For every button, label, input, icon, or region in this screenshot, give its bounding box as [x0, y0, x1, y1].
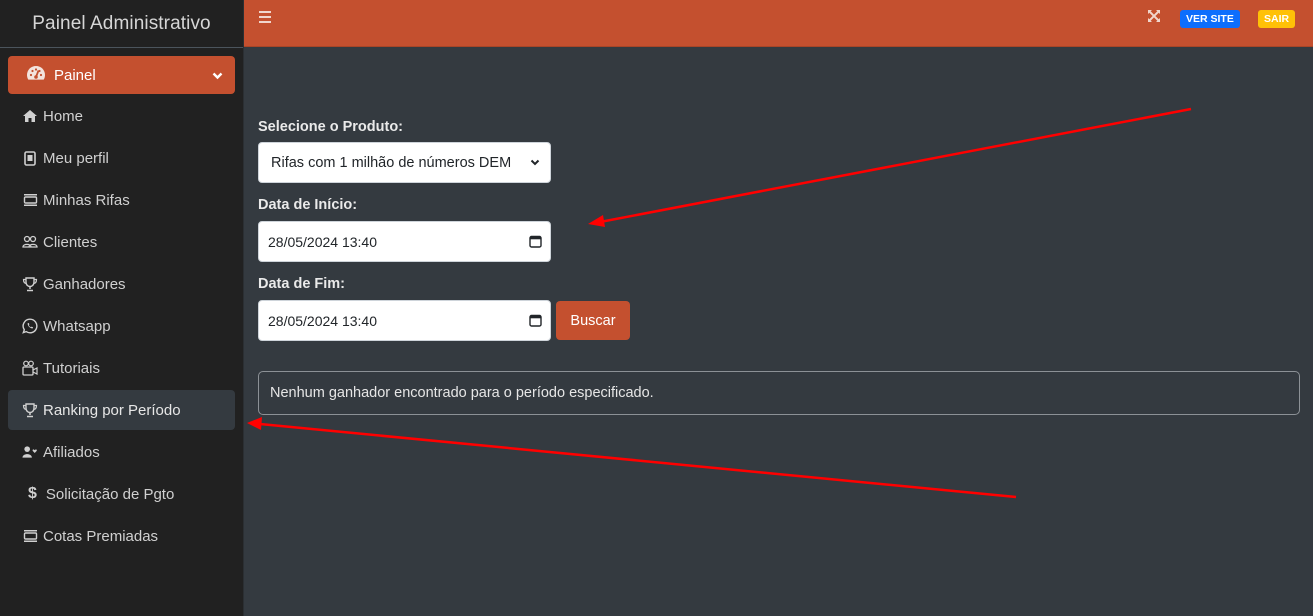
no-results-message: Nenhum ganhador encontrado para o períod…	[270, 385, 654, 401]
video-camera-icon	[22, 360, 38, 376]
start-date-value: 28/05/2024 13:40	[268, 233, 377, 250]
sidebar-item-label: Painel	[54, 66, 96, 84]
sidebar-item-label: Clientes	[43, 233, 98, 251]
sidebar: Painel Administrativo Painel Home Meu pe…	[0, 0, 244, 616]
sidebar-item-solicitacao-de-pgto[interactable]: $ Solicitação de Pgto	[8, 474, 235, 514]
sidebar-item-whatsapp[interactable]: Whatsapp	[8, 306, 235, 346]
ticket-list-icon	[22, 192, 38, 208]
calendar-icon[interactable]	[520, 235, 550, 248]
sidebar-item-label: Afiliados	[43, 443, 100, 461]
user-heart-icon	[22, 444, 38, 460]
end-date-value: 28/05/2024 13:40	[268, 312, 377, 329]
sidebar-item-cotas-premiadas[interactable]: Cotas Premiadas	[8, 516, 235, 556]
sidebar-item-tutoriais[interactable]: Tutoriais	[8, 348, 235, 388]
trophy-icon	[22, 402, 38, 418]
sidebar-item-clientes[interactable]: Clientes	[8, 222, 235, 262]
product-select-value: Rifas com 1 milhão de números DEM	[271, 154, 512, 171]
sidebar-item-label: Meu perfil	[43, 149, 109, 167]
top-navbar: VER SITE SAIR	[244, 0, 1313, 47]
sidebar-item-label: Home	[43, 107, 84, 125]
sidebar-item-ranking-por-periodo[interactable]: Ranking por Período	[8, 390, 235, 430]
no-results-alert: Nenhum ganhador encontrado para o períod…	[258, 371, 1300, 415]
dollar-icon: $	[28, 485, 37, 502]
sidebar-item-meu-perfil[interactable]: Meu perfil	[8, 138, 235, 178]
tachometer-icon	[26, 65, 46, 85]
ticket-list-icon	[22, 528, 38, 544]
home-icon	[22, 108, 38, 124]
end-date-label: Data de Fim:	[258, 276, 346, 292]
start-date-input[interactable]: 28/05/2024 13:40	[258, 221, 551, 262]
sidebar-item-label: Solicitação de Pgto	[45, 485, 175, 503]
sidebar-item-afiliados[interactable]: Afiliados	[8, 432, 235, 472]
ver-site-button[interactable]: VER SITE	[1180, 10, 1240, 28]
brand-title[interactable]: Painel Administrativo	[0, 0, 243, 48]
hamburger-icon[interactable]	[259, 11, 271, 23]
sair-button[interactable]: SAIR	[1258, 10, 1296, 28]
expand-icon[interactable]	[1147, 9, 1161, 23]
sidebar-item-painel[interactable]: Painel	[8, 56, 235, 94]
sidebar-item-label: Minhas Rifas	[43, 191, 130, 209]
buscar-button[interactable]: Buscar	[556, 301, 630, 340]
sidebar-item-ganhadores[interactable]: Ganhadores	[8, 264, 235, 304]
start-date-label: Data de Início:	[258, 197, 358, 213]
chevron-down-icon	[520, 159, 550, 166]
end-date-input[interactable]: 28/05/2024 13:40	[258, 300, 551, 341]
sidebar-nav: Painel Home Meu perfil Minhas Rifas Clie…	[0, 48, 243, 564]
users-icon	[22, 234, 38, 250]
sidebar-item-label: Cotas Premiadas	[43, 527, 159, 545]
annotation-arrow-date	[588, 107, 1192, 227]
annotation-arrow-ranking	[247, 417, 1017, 499]
id-badge-icon	[22, 150, 38, 166]
sidebar-item-label: Ganhadores	[43, 275, 126, 293]
product-label: Selecione o Produto:	[258, 119, 404, 135]
chevron-down-icon	[212, 67, 223, 84]
sidebar-item-minhas-rifas[interactable]: Minhas Rifas	[8, 180, 235, 220]
trophy-icon	[22, 276, 38, 292]
whatsapp-icon	[22, 318, 38, 334]
sidebar-item-label: Ranking por Período	[43, 401, 181, 419]
product-select[interactable]: Rifas com 1 milhão de números DEM	[258, 142, 551, 183]
sidebar-item-label: Tutoriais	[43, 359, 100, 377]
sidebar-item-label: Whatsapp	[43, 317, 111, 335]
sidebar-item-home[interactable]: Home	[8, 96, 235, 136]
calendar-icon[interactable]	[520, 314, 550, 327]
